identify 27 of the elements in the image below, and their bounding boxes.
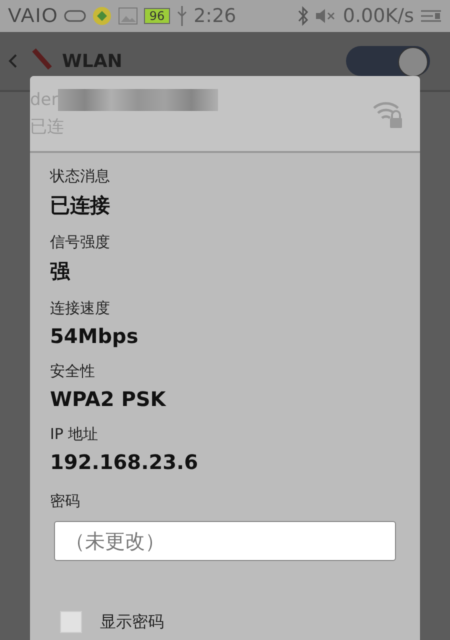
detail-value: 192.168.23.6 xyxy=(50,450,200,474)
detail-label: 状态消息 xyxy=(50,167,111,186)
detail-value: 强 xyxy=(50,258,72,285)
detail-value: WPA2 PSK xyxy=(50,387,168,411)
battery-level: 96 xyxy=(144,8,170,24)
bluetooth-icon xyxy=(296,6,309,26)
show-password-label: 显示密码 xyxy=(100,612,164,632)
detail-label: IP 地址 xyxy=(50,425,100,444)
mute-icon xyxy=(314,8,337,24)
image-icon xyxy=(118,7,138,25)
notification-icon xyxy=(420,8,442,24)
detail-label: 信号强度 xyxy=(50,233,111,252)
detail-value: 54Mbps xyxy=(50,324,140,348)
checkbox[interactable] xyxy=(60,611,82,633)
page-title: WLAN xyxy=(62,50,122,72)
password-label: 密码 xyxy=(50,492,81,511)
detail-label: 连接速度 xyxy=(50,299,111,318)
password-field[interactable]: （未更改） xyxy=(54,521,396,561)
clock-time: 2:26 xyxy=(194,5,236,27)
app-icon xyxy=(92,6,112,26)
usb-icon xyxy=(176,5,188,27)
wlan-switch[interactable] xyxy=(346,46,430,76)
network-speed: 0.00K/s xyxy=(342,5,414,27)
back-icon[interactable] xyxy=(8,53,18,69)
detail-value: 已连接 xyxy=(50,192,111,219)
detail-label: 安全性 xyxy=(50,362,96,381)
brand-logo: VAIO xyxy=(8,4,58,28)
